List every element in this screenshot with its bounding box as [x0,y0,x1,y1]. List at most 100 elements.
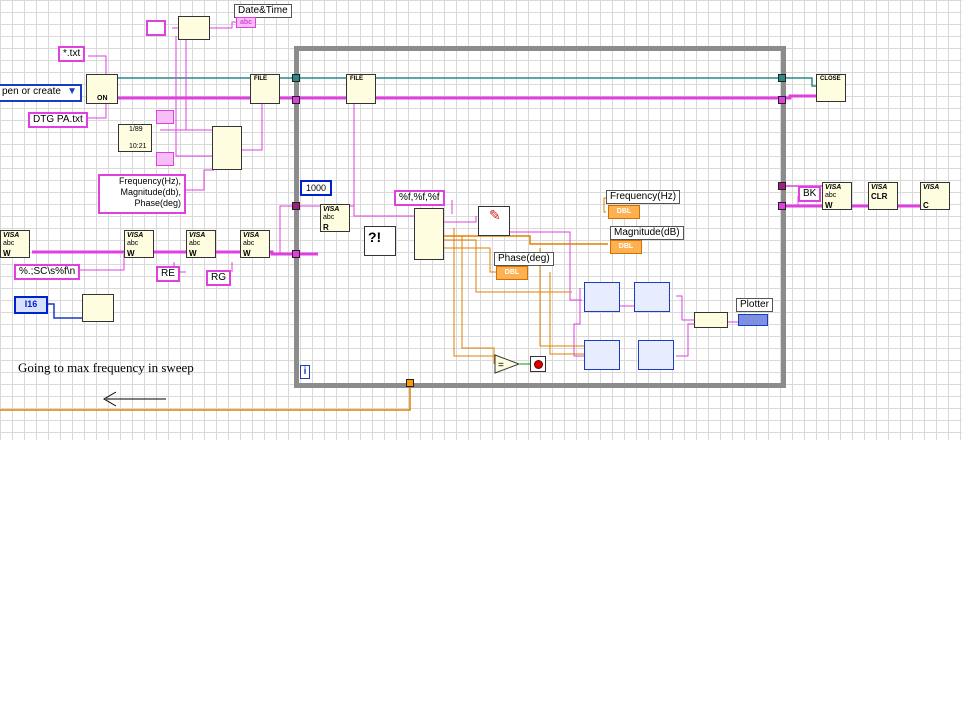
visa-write-3-title: VISA [189,232,206,239]
timeout-constant[interactable]: 1000 [300,180,332,196]
filename-constant[interactable]: DTG PA.txt [28,112,88,128]
phase-indicator: DBL [496,266,528,280]
datetime-indicator: abc [236,17,257,28]
bk-constant[interactable]: BK [798,186,822,202]
svg-text:=: = [498,360,504,371]
visa-close-title: VISA [923,184,940,191]
visa-write-5-title: VISA [825,184,842,191]
visa-read-r: R [323,223,329,232]
waveform-chart-node-1[interactable] [634,282,670,312]
visa-write-4-w: W [243,249,251,258]
visa-write-4-abc: abc [243,240,255,247]
visa-read-title: VISA [323,206,340,213]
visa-write-node-4[interactable]: VISA abc W [240,230,270,258]
visa-write-1-w: W [3,249,11,258]
date-label: 1/89 [129,126,143,133]
i16-constant[interactable]: I16 [14,296,48,314]
visa-clear-node[interactable]: VISA CLR [868,182,898,210]
file-close-label: CLOSE [820,76,841,82]
file-write-node-outer[interactable]: FILE [250,74,280,104]
visa-write-node-5[interactable]: VISA abc W [822,182,852,210]
visa-read-abc: abc [323,214,335,221]
txt-pattern-constant[interactable]: *.txt [58,46,86,62]
error-handler-node-2[interactable]: ✎ [478,206,510,236]
refnum-tunnel-right [778,74,786,82]
visa-write-5-abc: abc [825,192,837,199]
stop-icon [534,360,543,369]
concat-node-small[interactable] [156,152,174,166]
string-wire-5 [185,40,214,131]
datetime-label: Date&Time [234,4,292,18]
visa-write-5-w: W [825,201,833,210]
open-mode-label: pen or create [2,86,61,97]
visa-tunnel-right [778,202,786,210]
visa-clear-clr: CLR [871,192,888,201]
file-open-node[interactable]: ON [86,74,118,104]
time-label: 10:21 [129,143,147,150]
waveform-chart-node-2[interactable] [638,340,674,370]
visa-write-1-title: VISA [3,232,20,239]
plotter-indicator [738,314,768,326]
visa-write-3-abc: abc [189,240,201,247]
visa-write-node-3[interactable]: VISA abc W [186,230,216,258]
refnum-tunnel-left [292,74,300,82]
string-wire-1 [88,55,107,77]
visa-write-node-2[interactable]: VISA abc W [124,230,154,258]
equal-comparison-node[interactable]: = [494,354,520,374]
error-tunnel-left [292,96,300,104]
format-string-constant[interactable]: %.;SC\s%f\n [14,264,81,280]
error-handler-node-1[interactable]: ?! [364,226,396,256]
string-wire-6 [175,36,214,157]
file-write-label-inner: FILE [350,76,363,82]
file-close-node[interactable]: CLOSE [816,74,846,102]
visa-tunnel-left [292,250,300,258]
error-tunnel-right [778,96,786,104]
re-constant[interactable]: RE [156,266,180,282]
i16-wire [46,303,82,319]
rg-constant[interactable]: RG [206,270,231,286]
visa-write-4-title: VISA [243,232,260,239]
loop-iteration-terminal: i [300,365,310,379]
dropdown-arrow-icon: ▼ [67,86,77,97]
build-xy-graph-node-1[interactable] [584,282,620,312]
visa-clear-title: VISA [871,184,888,191]
build-xy-graph-node-2[interactable] [584,340,620,370]
date-time-constants-node[interactable]: 1/89 10:21 [118,124,152,152]
file-write-label-outer: FILE [254,76,267,82]
visa-close-node[interactable]: VISA C [920,182,950,210]
format-into-string-node[interactable] [82,294,114,322]
magnitude-label: Magnitude(dB) [610,226,684,240]
string-wire-8 [184,169,214,191]
string-wire-4 [210,21,236,29]
visa-write-2-w: W [127,249,135,258]
merge-signals-node[interactable] [694,312,728,328]
empty-string-constant [146,20,166,36]
phase-label: Phase(deg) [494,252,554,266]
visa-close-c: C [923,201,929,210]
visa-write-2-title: VISA [127,232,144,239]
column-header-constant[interactable]: Frequency(Hz), Magnitude(db), Phase(deg) [98,174,186,214]
visa-wire-main [32,250,318,256]
block-diagram: i Date&Time abc *.txt pen or create ▼ DTG… [0,0,962,702]
visa-write-node-1[interactable]: VISA abc W [0,230,30,258]
format-string-node-small[interactable] [156,110,174,124]
scan-from-string-node[interactable] [414,208,444,260]
pencil-icon: ✎ [489,207,501,223]
frequency-label: Frequency(Hz) [606,190,681,204]
error-tunnel-right-2 [778,182,786,190]
build-array-node[interactable] [212,126,242,170]
numeric-tunnel-bottom [406,379,414,387]
stop-condition-terminal[interactable] [530,356,546,372]
comment-text: Going to max frequency in sweep [18,360,194,375]
question-icon: ?! [368,229,382,245]
file-write-node-inner[interactable]: FILE [346,74,376,104]
string-wire-9 [240,104,263,151]
visa-tunnel-left-2 [292,202,300,210]
open-mode-enum[interactable]: pen or create ▼ [0,84,82,102]
plotter-label: Plotter [736,298,773,312]
file-open-label: ON [97,95,108,102]
format-datetime-node[interactable] [178,16,210,40]
visa-read-node[interactable]: VISA abc R [320,204,350,232]
visa-write-1-abc: abc [3,240,15,247]
scan-format-constant[interactable]: %f,%f,%f [394,190,445,206]
